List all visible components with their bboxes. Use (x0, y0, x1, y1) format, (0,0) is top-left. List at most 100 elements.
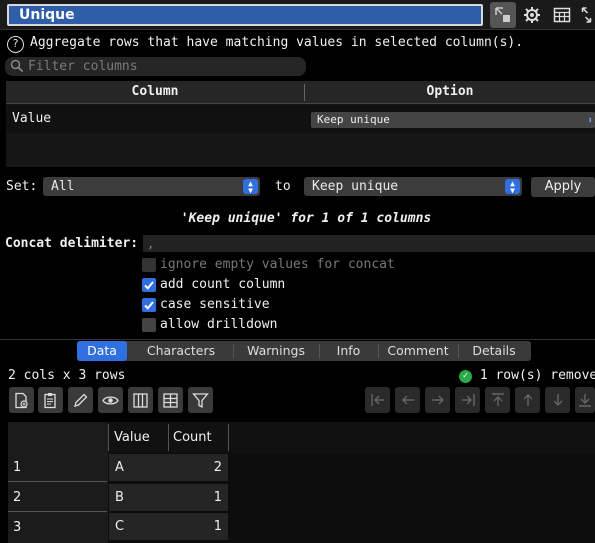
row-number[interactable]: 3 (8, 513, 107, 542)
row-number[interactable]: 2 (8, 483, 107, 512)
filter-columns-input[interactable] (28, 58, 298, 75)
filter-button[interactable] (188, 387, 213, 413)
first-row-button[interactable] (485, 387, 510, 413)
last-column-button[interactable] (455, 387, 480, 413)
pencil-icon (74, 393, 88, 407)
chevron-updown-icon: ▲ ▼ (243, 179, 258, 195)
set-select[interactable]: All ▲ ▼ (43, 177, 260, 196)
rows-icon (163, 392, 178, 408)
row-number[interactable]: 1 (8, 453, 107, 482)
table-view-button[interactable] (549, 2, 575, 28)
gear-icon (524, 7, 540, 23)
previous-column-button[interactable] (395, 387, 420, 413)
row-column-name: Value (12, 111, 52, 126)
tab-characters[interactable]: Characters (131, 341, 231, 361)
arrow-bottom-icon (579, 394, 591, 407)
concat-delimiter-input[interactable] (143, 235, 595, 252)
arrow-up-icon (523, 394, 532, 406)
checkmark-icon (144, 301, 154, 310)
grid-header-value[interactable]: Value (114, 430, 150, 445)
removed-status: ✓ 1 row(s) removed (459, 368, 595, 383)
arrow-down-icon (553, 394, 562, 406)
concat-delimiter-label: Concat delimiter: (5, 236, 139, 251)
row-option-select[interactable]: Keep unique ⬍ (311, 112, 595, 128)
chevron-updown-icon: ▲ ▼ (505, 179, 520, 195)
help-icon[interactable]: ? (7, 36, 24, 53)
expand-icon (581, 7, 592, 23)
first-column-button[interactable] (365, 387, 390, 413)
header-divider (108, 424, 109, 451)
checkbox[interactable] (142, 318, 156, 332)
to-select-value: Keep unique (312, 179, 399, 194)
view-button[interactable] (98, 387, 123, 413)
checkbox-label: ignore empty values for concat (160, 257, 395, 272)
to-label: to (275, 179, 291, 194)
row-option-value: Keep unique (317, 113, 390, 126)
tab-details[interactable]: Details (460, 341, 528, 361)
tab-divider (319, 344, 320, 358)
dimensions-text: 2 cols x 3 rows (8, 368, 126, 383)
header-divider (228, 424, 229, 451)
tab-divider (458, 344, 459, 358)
columns-icon (133, 392, 148, 408)
columns-button[interactable] (128, 387, 153, 413)
search-icon (10, 59, 24, 73)
tab-divider (378, 344, 379, 358)
checkbox[interactable] (142, 258, 156, 272)
check-circle-icon: ✓ (459, 370, 472, 383)
grid-cell-count[interactable]: 2 (169, 454, 228, 481)
filter-icon (192, 392, 209, 408)
arrow-top-icon (491, 393, 504, 406)
clipboard-icon (44, 392, 56, 408)
tab-divider (233, 344, 234, 358)
grid-cell-value[interactable]: B (109, 484, 169, 511)
set-select-value: All (51, 179, 75, 194)
grid-cell-value[interactable]: A (109, 454, 169, 481)
window-title[interactable]: Unique (7, 4, 483, 26)
checkbox-checked[interactable] (142, 298, 156, 312)
checkbox-label: allow drilldown (160, 317, 278, 332)
grid-cell-count[interactable]: 1 (169, 513, 228, 540)
copy-button[interactable] (38, 387, 63, 413)
option-header[interactable]: Option (305, 81, 595, 104)
previous-row-button[interactable] (515, 387, 540, 413)
dock-icon (495, 7, 510, 22)
summary-text: 'Keep unique' for 1 of 1 columns (180, 211, 432, 226)
expand-button[interactable] (578, 2, 595, 28)
set-label: Set: (6, 179, 38, 194)
checkbox-label: case sensitive (160, 297, 270, 312)
grid-cell-count[interactable]: 1 (169, 484, 228, 511)
apply-button[interactable]: Apply (531, 177, 595, 197)
column-header[interactable]: Column (6, 81, 304, 104)
grid-cell-value[interactable]: C (109, 513, 169, 540)
columns-table-header: Column Option (6, 81, 595, 104)
export-file-button[interactable] (9, 387, 34, 413)
description-text: Aggregate rows that have matching values… (30, 35, 524, 50)
tab-data[interactable]: Data (77, 341, 127, 361)
grid-header-count[interactable]: Count (173, 430, 212, 445)
table-icon (553, 7, 571, 23)
removed-text: 1 row(s) removed (479, 368, 595, 383)
chevron-updown-icon: ⬍ (587, 116, 593, 126)
arrow-first-icon (370, 394, 384, 406)
last-row-button[interactable] (575, 387, 595, 413)
to-select[interactable]: Keep unique ▲ ▼ (304, 177, 522, 196)
rows-button[interactable] (158, 387, 183, 413)
eye-icon (102, 395, 119, 405)
edit-button[interactable] (68, 387, 93, 413)
arrow-last-icon (461, 394, 475, 406)
tab-comment[interactable]: Comment (380, 341, 456, 361)
dock-button[interactable] (490, 2, 516, 28)
tab-info[interactable]: Info (321, 341, 376, 361)
arrow-left-icon (401, 395, 414, 405)
checkbox-label: add count column (160, 277, 286, 292)
arrow-right-icon (431, 395, 444, 405)
next-row-button[interactable] (545, 387, 570, 413)
file-export-icon (15, 392, 28, 408)
header-divider (168, 424, 169, 451)
settings-button[interactable] (519, 2, 545, 28)
checkbox-checked[interactable] (142, 278, 156, 292)
tab-warnings[interactable]: Warnings (235, 341, 317, 361)
checkmark-icon (144, 281, 154, 290)
next-column-button[interactable] (425, 387, 450, 413)
